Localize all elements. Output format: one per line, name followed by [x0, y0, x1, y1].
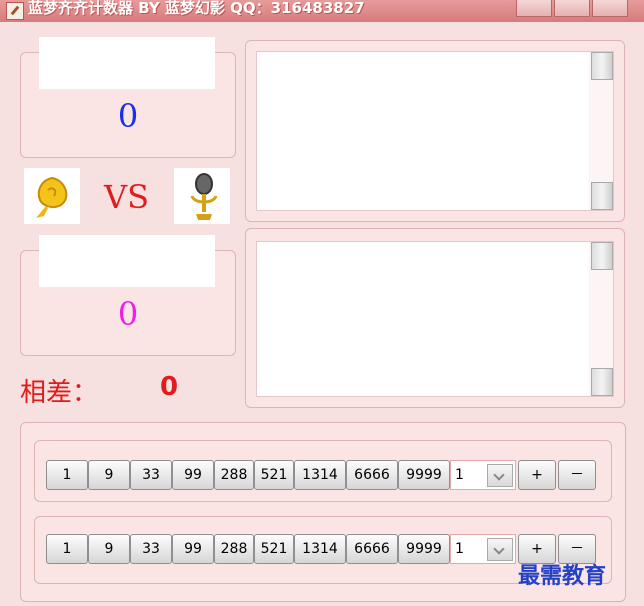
difference-label: 相差： [20, 378, 99, 408]
watermark-text: 最需教育 [518, 564, 607, 589]
add-button-9999[interactable]: 9999 [398, 460, 450, 490]
log-panel-2 [245, 228, 625, 408]
close-button[interactable] [592, 0, 628, 17]
team1-name-input[interactable] [39, 37, 215, 89]
scroll-down-button[interactable] [591, 182, 613, 210]
vs-label: VS [104, 178, 150, 216]
team1-score: 0 [117, 97, 139, 135]
add-button-288[interactable]: 288 [214, 534, 254, 564]
plus-button[interactable]: + [518, 460, 556, 490]
add-button-6666[interactable]: 6666 [346, 460, 398, 490]
minus-button[interactable]: － [558, 460, 596, 490]
amount-combo[interactable]: 1 [450, 534, 516, 564]
difference-value: 0 [160, 372, 179, 402]
log-textarea-2[interactable] [256, 241, 614, 397]
chevron-down-icon[interactable] [487, 538, 513, 561]
add-button-99[interactable]: 99 [172, 460, 214, 490]
maximize-button[interactable] [554, 0, 590, 17]
add-button-521[interactable]: 521 [254, 534, 294, 564]
amount-combo-value: 1 [455, 541, 464, 557]
log-panel-1 [245, 40, 625, 222]
team2-score: 0 [117, 295, 139, 333]
app-icon [6, 2, 24, 20]
add-button-521[interactable]: 521 [254, 460, 294, 490]
add-button-1[interactable]: 1 [46, 534, 88, 564]
log-scrollbar-2[interactable] [589, 242, 613, 396]
scroll-down-button[interactable] [591, 368, 613, 396]
rose-icon[interactable] [24, 168, 80, 224]
team1-panel: 0 [20, 37, 236, 158]
log-scrollbar-1[interactable] [589, 52, 613, 210]
add-button-6666[interactable]: 6666 [346, 534, 398, 564]
add-button-288[interactable]: 288 [214, 460, 254, 490]
title-bar: 蓝梦齐齐计数器 BY 蓝梦幻影 QQ：316483827 [0, 0, 644, 22]
add-button-9[interactable]: 9 [88, 460, 130, 490]
add-button-9999[interactable]: 9999 [398, 534, 450, 564]
add-button-9[interactable]: 9 [88, 534, 130, 564]
scroll-up-button[interactable] [591, 52, 613, 80]
chevron-down-icon[interactable] [487, 464, 513, 487]
microphone-icon[interactable] [174, 168, 230, 224]
add-button-33[interactable]: 33 [130, 460, 172, 490]
team2-panel: 0 [20, 235, 236, 356]
log-textarea-1[interactable] [256, 51, 614, 211]
amount-combo-value: 1 [455, 467, 464, 483]
add-button-33[interactable]: 33 [130, 534, 172, 564]
add-button-1314[interactable]: 1314 [294, 534, 346, 564]
amount-combo[interactable]: 1 [450, 460, 516, 490]
add-button-1314[interactable]: 1314 [294, 460, 346, 490]
add-button-1[interactable]: 1 [46, 460, 88, 490]
team2-name-input[interactable] [39, 235, 215, 287]
minimize-button[interactable] [516, 0, 552, 17]
window-title: 蓝梦齐齐计数器 BY 蓝梦幻影 QQ：316483827 [28, 0, 365, 17]
add-button-99[interactable]: 99 [172, 534, 214, 564]
scroll-up-button[interactable] [591, 242, 613, 270]
